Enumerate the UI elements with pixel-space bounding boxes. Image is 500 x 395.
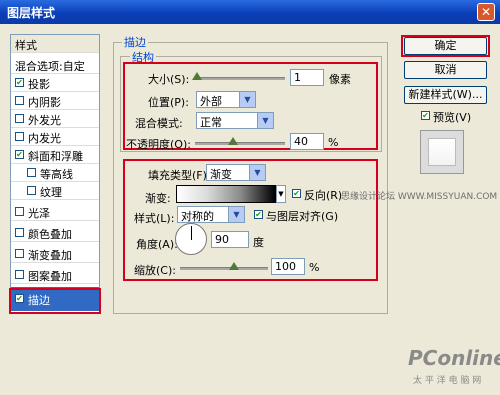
preview-swatch bbox=[428, 138, 456, 166]
cancel-button[interactable]: 取消 bbox=[404, 61, 487, 79]
style-item-bevel-emboss[interactable]: ✔ 斜面和浮雕 bbox=[11, 146, 99, 164]
opacity-slider-track[interactable] bbox=[195, 142, 285, 145]
reverse-label: 反向(R) bbox=[304, 189, 343, 202]
highlight-box bbox=[9, 288, 101, 314]
checkbox-icon[interactable] bbox=[15, 132, 24, 141]
ok-button[interactable]: 确定 bbox=[404, 37, 487, 55]
checkbox-icon[interactable] bbox=[15, 114, 24, 123]
angle-label: 角度(A): bbox=[136, 238, 178, 251]
chevron-down-icon[interactable]: ▼ bbox=[228, 207, 244, 222]
checkbox-icon[interactable] bbox=[15, 207, 24, 216]
position-select[interactable]: 外部 ▼ bbox=[196, 91, 256, 108]
fill-type-label: 填充类型(F): bbox=[148, 169, 211, 182]
checkbox-icon[interactable] bbox=[15, 270, 24, 279]
size-slider-thumb[interactable] bbox=[192, 72, 202, 80]
style-item-gradient-overlay[interactable]: 渐变叠加 bbox=[11, 245, 99, 263]
checkbox-icon[interactable] bbox=[15, 249, 24, 258]
opacity-label: 不透明度(O): bbox=[126, 138, 191, 151]
window-title: 图层样式 bbox=[7, 6, 56, 20]
style-item-outer-glow[interactable]: 外发光 bbox=[11, 110, 99, 128]
opacity-slider-thumb[interactable] bbox=[228, 137, 238, 145]
style-item-drop-shadow[interactable]: ✔ 投影 bbox=[11, 74, 99, 92]
angle-needle bbox=[191, 226, 192, 240]
size-unit: 像素 bbox=[329, 73, 351, 86]
blend-options-item[interactable]: 混合选项:自定 bbox=[11, 56, 99, 74]
style-item-color-overlay[interactable]: 颜色叠加 bbox=[11, 224, 99, 242]
brand-subtitle: 太 平 洋 电 脑 网 bbox=[413, 376, 482, 386]
checkbox-icon[interactable]: ✔ bbox=[15, 78, 24, 87]
size-input[interactable]: 1 bbox=[290, 69, 324, 86]
style-item-contour[interactable]: 等高线 bbox=[11, 164, 99, 182]
blend-mode-label: 混合模式: bbox=[135, 117, 183, 130]
opacity-unit: % bbox=[328, 136, 339, 149]
checkbox-icon[interactable]: ✔ bbox=[15, 150, 24, 159]
preview-label: 预览(V) bbox=[433, 111, 472, 124]
scale-input[interactable]: 100 bbox=[271, 258, 305, 275]
gradient-style-select[interactable]: 对称的 ▼ bbox=[177, 206, 245, 223]
chevron-down-icon[interactable]: ▼ bbox=[257, 113, 273, 128]
stroke-group-title: 描边 bbox=[122, 34, 148, 50]
checkbox-icon[interactable] bbox=[27, 186, 36, 195]
scale-unit: % bbox=[309, 261, 320, 274]
gradient-preview[interactable] bbox=[176, 185, 276, 203]
align-label: 与图层对齐(G) bbox=[266, 210, 339, 223]
styles-list: 样式 混合选项:自定 ✔ 投影 内阴影 外发光 内发光 ✔ 斜面和浮雕 等高线 … bbox=[10, 34, 100, 314]
style-item-inner-glow[interactable]: 内发光 bbox=[11, 128, 99, 146]
style-item-inner-shadow[interactable]: 内阴影 bbox=[11, 92, 99, 110]
new-style-button[interactable]: 新建样式(W)... bbox=[404, 86, 487, 104]
gradient-dropdown-icon[interactable]: ▼ bbox=[276, 185, 286, 203]
opacity-input[interactable]: 40 bbox=[290, 133, 324, 150]
scale-label: 缩放(C): bbox=[134, 264, 176, 277]
angle-unit: 度 bbox=[253, 236, 264, 249]
styles-header: 样式 bbox=[11, 35, 99, 53]
size-label: 大小(S): bbox=[148, 73, 190, 86]
position-label: 位置(P): bbox=[148, 96, 189, 109]
gradient-label: 渐变: bbox=[145, 192, 171, 205]
scale-slider-thumb[interactable] bbox=[229, 262, 239, 270]
style-item-pattern-overlay[interactable]: 图案叠加 bbox=[11, 266, 99, 284]
reverse-checkbox[interactable]: ✔ bbox=[292, 189, 301, 198]
chevron-down-icon[interactable]: ▼ bbox=[249, 165, 265, 180]
angle-dial[interactable] bbox=[175, 223, 207, 255]
blend-mode-select[interactable]: 正常 ▼ bbox=[196, 112, 274, 129]
brand-watermark: PConline bbox=[408, 346, 500, 370]
angle-input[interactable]: 90 bbox=[211, 231, 249, 248]
checkbox-icon[interactable] bbox=[27, 168, 36, 177]
style-label: 样式(L): bbox=[134, 212, 175, 225]
scale-slider-track[interactable] bbox=[180, 267, 268, 270]
size-slider-track[interactable] bbox=[195, 77, 285, 80]
style-item-satin[interactable]: 光泽 bbox=[11, 203, 99, 221]
preview-checkbox[interactable]: ✔ bbox=[421, 111, 430, 120]
style-preview bbox=[420, 130, 464, 174]
checkbox-icon[interactable] bbox=[15, 96, 24, 105]
align-checkbox[interactable]: ✔ bbox=[254, 210, 263, 219]
close-icon[interactable]: ✕ bbox=[477, 3, 495, 21]
site-watermark: 思缘设计论坛 WWW.MISSYUAN.COM bbox=[341, 192, 498, 202]
fill-type-select[interactable]: 渐变 ▼ bbox=[206, 164, 266, 181]
style-item-texture[interactable]: 纹理 bbox=[11, 182, 99, 200]
title-bar: 图层样式 ✕ bbox=[0, 0, 500, 24]
checkbox-icon[interactable] bbox=[15, 228, 24, 237]
chevron-down-icon[interactable]: ▼ bbox=[239, 92, 255, 107]
